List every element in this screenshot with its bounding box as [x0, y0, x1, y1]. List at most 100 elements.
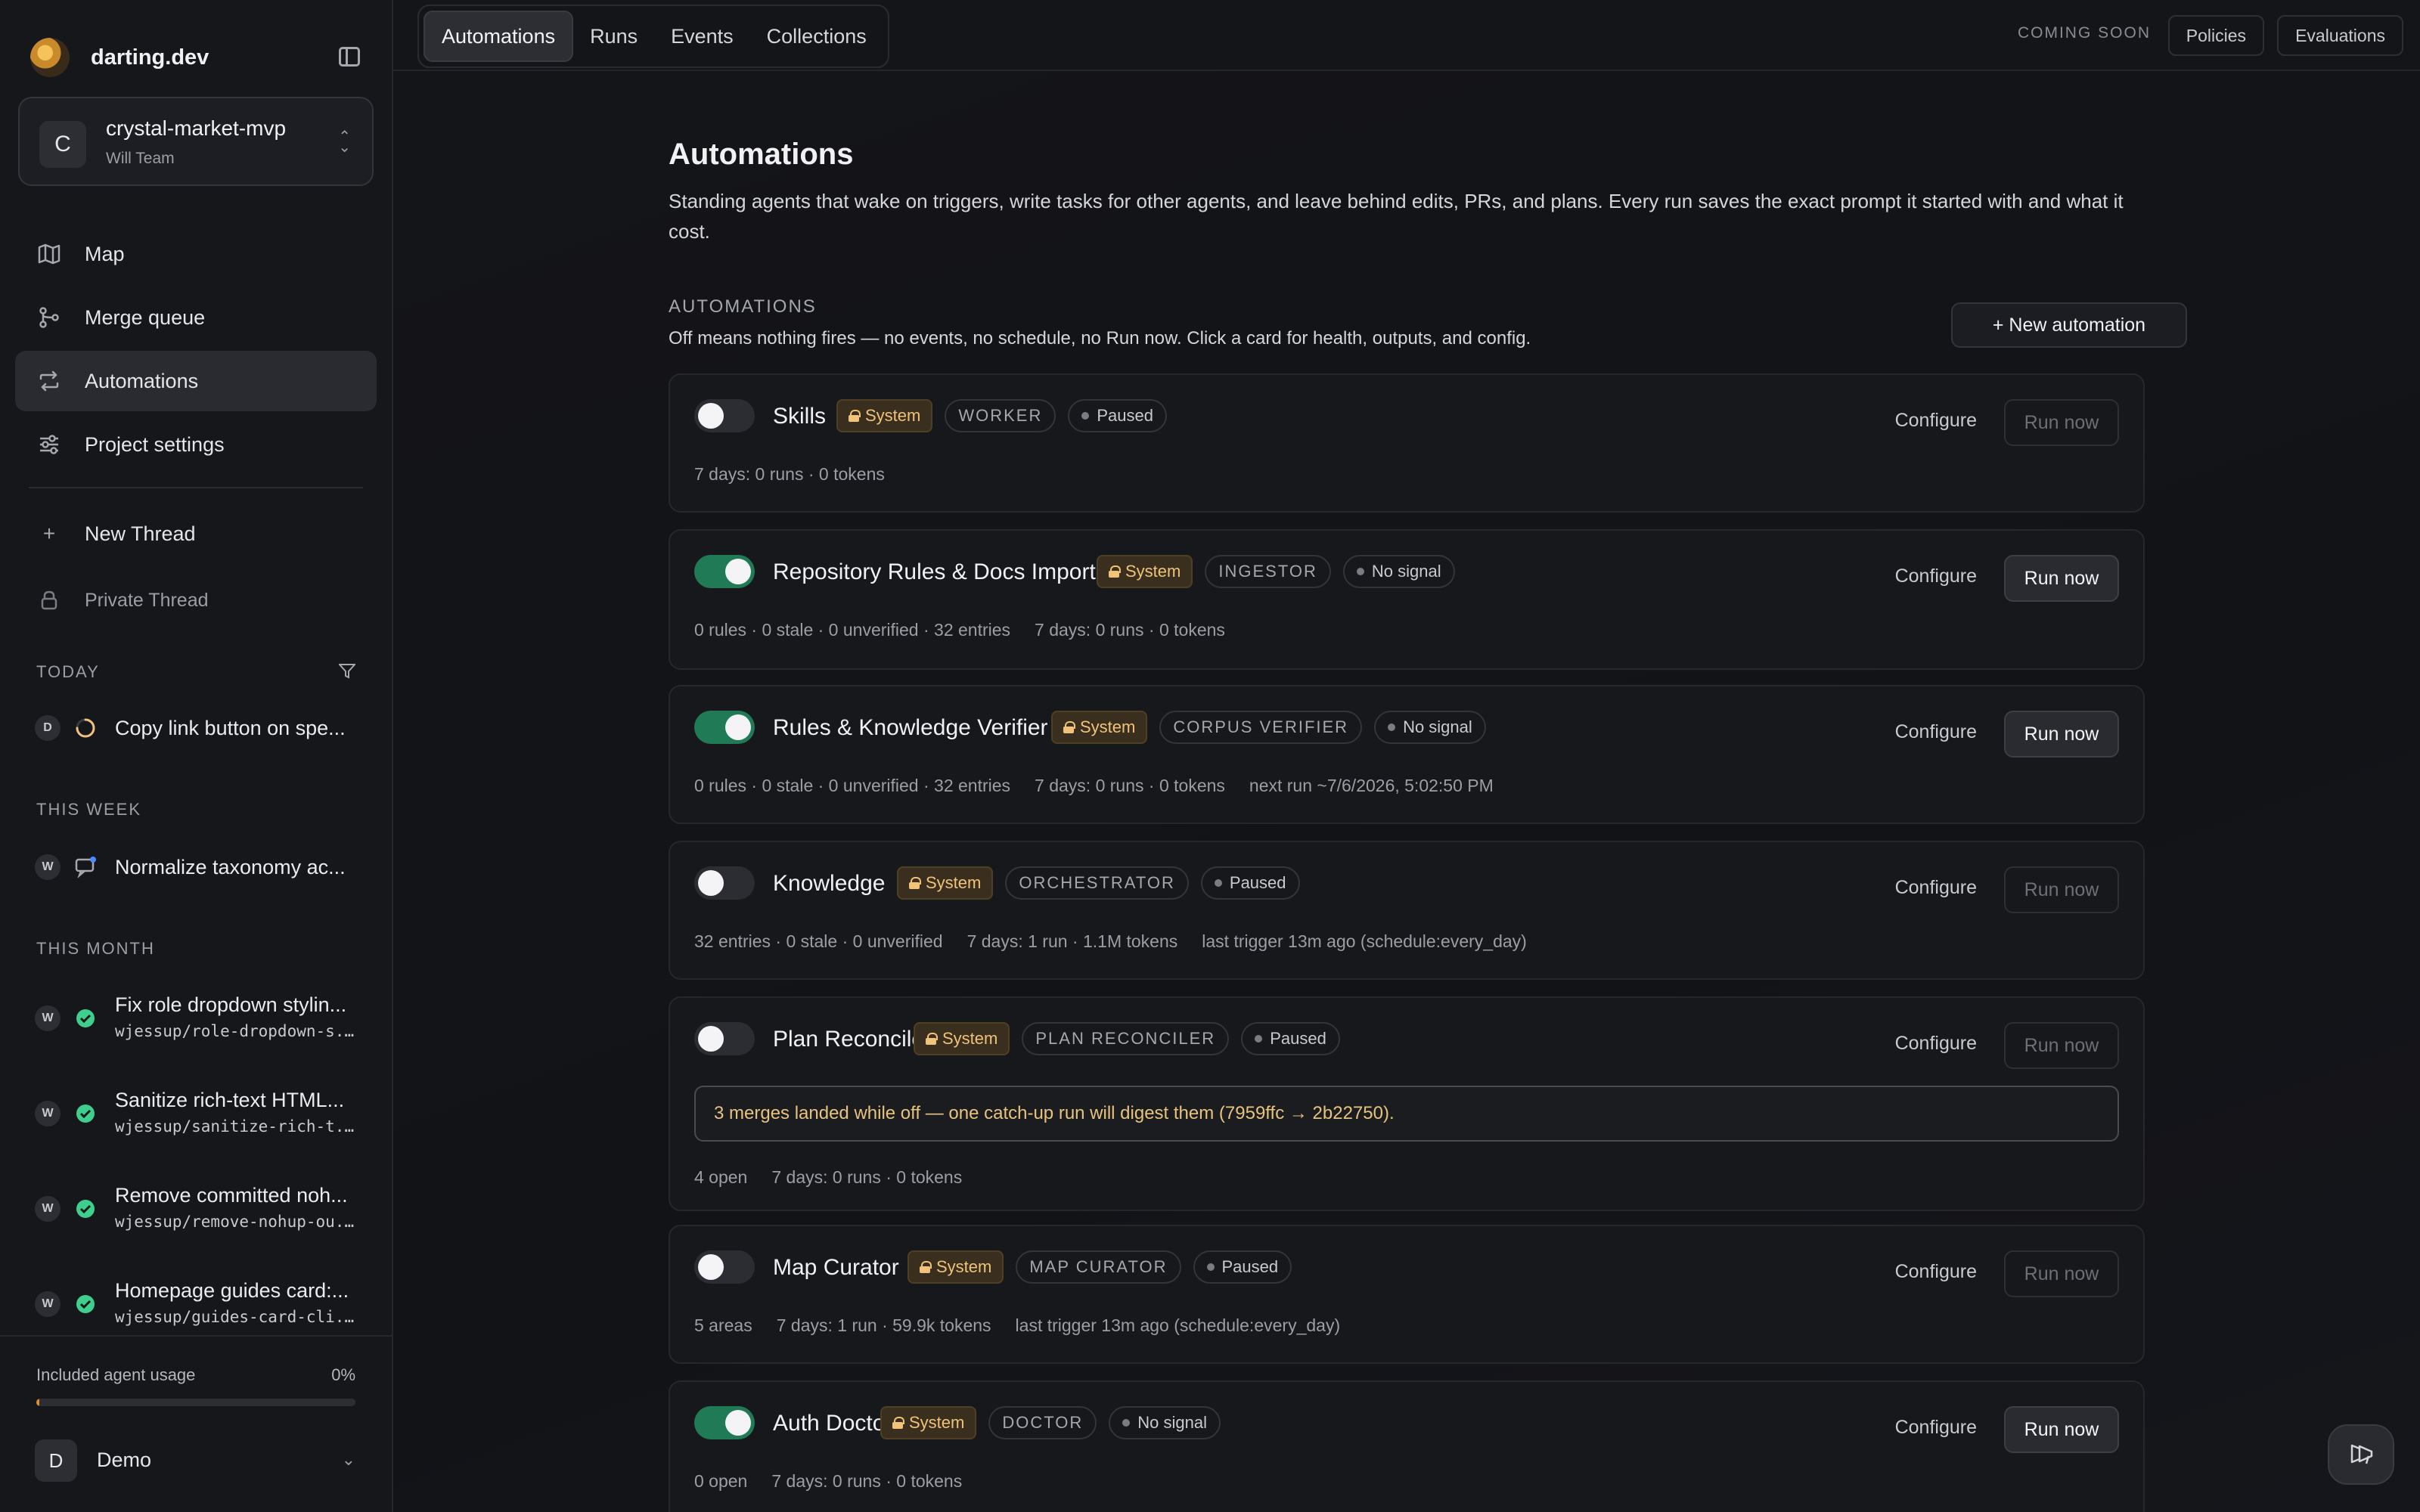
stat-text: 7 days: 1 run · 1.1M tokens	[966, 931, 1178, 951]
thread-item[interactable]: W Remove committed noh... wjessup/remove…	[30, 1178, 363, 1253]
automation-card[interactable]: Rules & Knowledge Verifier System CORPUS V…	[669, 685, 2145, 824]
sidebar: darting.dev C crystal-market-mvp Will Te…	[0, 0, 393, 1512]
section-description: Off means nothing fires — no events, no …	[669, 328, 1531, 349]
enable-toggle[interactable]	[694, 1406, 755, 1439]
sidebar-item-label: Merge queue	[85, 305, 206, 329]
status-badge-label: Paused	[1221, 1257, 1279, 1276]
configure-link[interactable]: Configure	[1895, 1033, 1977, 1055]
thread-branch: wjessup/sanitize-rich-t...	[115, 1117, 355, 1136]
toggle-knob	[725, 714, 751, 740]
thread-item[interactable]: W Normalize taxonomy ac...	[30, 838, 363, 898]
sidebar-item-project-settings[interactable]: Project settings	[15, 414, 377, 475]
automation-chips: System WORKER Paused	[836, 399, 1167, 432]
role-badge: WORKER	[945, 399, 1056, 432]
automation-card[interactable]: Map Curator System MAP CURATOR Paused Config…	[669, 1225, 2145, 1364]
automation-stats: 7 days: 0 runs · 0 tokens	[694, 464, 885, 485]
configure-link[interactable]: Configure	[1895, 410, 1977, 432]
status-badge-label: No signal	[1137, 1413, 1208, 1432]
usage-label: Included agent usage	[36, 1365, 196, 1384]
status-badge: No signal	[1109, 1406, 1221, 1439]
new-thread-button[interactable]: + New Thread	[15, 503, 377, 564]
thread-branch: wjessup/role-dropdown-s...	[115, 1022, 355, 1040]
enable-toggle[interactable]	[694, 1250, 755, 1284]
user-avatar[interactable]: D	[35, 1439, 77, 1482]
thread-item[interactable]: D Copy link button on spe...	[30, 699, 363, 759]
status-dot-icon	[1255, 1035, 1263, 1043]
configure-link[interactable]: Configure	[1895, 721, 1977, 743]
policies-button[interactable]: Policies	[2167, 15, 2264, 56]
toggle-knob	[698, 870, 724, 896]
brand[interactable]: darting.dev	[30, 38, 363, 77]
run-now-button[interactable]: Run now	[2004, 866, 2119, 913]
new-automation-button[interactable]: + New automation	[1951, 302, 2187, 348]
evaluations-button[interactable]: Evaluations	[2277, 15, 2403, 56]
stat-text: 7 days: 0 runs · 0 tokens	[771, 1167, 963, 1187]
user-name[interactable]: Demo	[97, 1448, 151, 1472]
tab-automations[interactable]: Automations	[424, 11, 574, 62]
automation-name: Repository Rules & Docs Import	[773, 559, 1096, 584]
automation-card[interactable]: Knowledge System ORCHESTRATOR Paused Configu…	[669, 841, 2145, 980]
toggle-knob	[698, 1026, 724, 1052]
system-badge: System	[1051, 711, 1148, 744]
role-badge: PLAN RECONCILER	[1022, 1022, 1230, 1055]
sidebar-divider	[29, 487, 363, 488]
page-description: Standing agents that wake on triggers, w…	[669, 190, 2124, 243]
sidebar-toggle-icon[interactable]	[339, 47, 360, 67]
sidebar-item-map[interactable]: Map	[15, 224, 377, 284]
tab-events[interactable]: Events	[654, 11, 750, 62]
enable-toggle[interactable]	[694, 555, 755, 588]
automation-card[interactable]: Skills System WORKER Paused Configure Run now…	[669, 373, 2145, 513]
system-badge-label: System	[926, 873, 982, 892]
private-thread-button[interactable]: Private Thread	[15, 570, 377, 631]
sidebar-item-automations[interactable]: Automations	[15, 351, 377, 411]
run-now-button[interactable]: Run now	[2004, 1250, 2119, 1297]
filter-icon[interactable]	[339, 664, 355, 679]
sidebar-item-label: Automations	[85, 369, 199, 392]
thread-title: Fix role dropdown stylin...	[115, 993, 347, 1016]
automation-name: Plan Reconcile	[773, 1027, 925, 1052]
run-now-button[interactable]: Run now	[2004, 1022, 2119, 1069]
enable-toggle[interactable]	[694, 866, 755, 900]
sidebar-item-merge-queue[interactable]: Merge queue	[15, 287, 377, 348]
stat-text: 5 areas	[694, 1315, 752, 1335]
configure-link[interactable]: Configure	[1895, 1261, 1977, 1283]
project-switcher[interactable]: C crystal-market-mvp Will Team ⌃ ⌄	[18, 97, 374, 186]
run-now-button[interactable]: Run now	[2004, 711, 2119, 758]
thread-title: Remove committed noh...	[115, 1184, 348, 1207]
group-header-today: TODAY	[36, 662, 100, 681]
status-dot-icon	[1388, 723, 1396, 731]
chevron-down-icon[interactable]: ⌄	[342, 1450, 355, 1470]
automation-card[interactable]: Repository Rules & Docs Import System INGE…	[669, 529, 2145, 670]
system-badge: System	[836, 399, 933, 432]
status-badge: Paused	[1068, 399, 1167, 432]
configure-link[interactable]: Configure	[1895, 1417, 1977, 1439]
thread-avatar: W	[35, 854, 60, 880]
role-badge: MAP CURATOR	[1016, 1250, 1181, 1284]
system-badge: System	[914, 1022, 1010, 1055]
thread-item[interactable]: W Homepage guides card:... wjessup/guide…	[30, 1273, 363, 1335]
configure-link[interactable]: Configure	[1895, 565, 1977, 587]
thread-item[interactable]: W Fix role dropdown stylin... wjessup/ro…	[30, 987, 363, 1063]
automation-card[interactable]: Plan Reconcile System PLAN RECONCILER Pause…	[669, 996, 2145, 1211]
automation-card[interactable]: Auth Doctor System DOCTOR No signal Configur…	[669, 1380, 2145, 1512]
enable-toggle[interactable]	[694, 1022, 755, 1055]
enable-toggle[interactable]	[694, 711, 755, 744]
thread-branch: wjessup/remove-nohup-ou...	[115, 1213, 355, 1231]
automation-name: Knowledge	[773, 871, 886, 896]
tab-collections[interactable]: Collections	[750, 11, 883, 62]
tab-runs[interactable]: Runs	[573, 11, 654, 62]
thread-item[interactable]: W Sanitize rich-text HTML... wjessup/san…	[30, 1083, 363, 1158]
run-now-button[interactable]: Run now	[2004, 555, 2119, 602]
run-now-button[interactable]: Run now	[2004, 399, 2119, 446]
automation-chips: System CORPUS VERIFIER No signal	[1051, 711, 1486, 744]
status-badge: No signal	[1374, 711, 1486, 744]
thread-avatar: W	[35, 1101, 60, 1126]
enable-toggle[interactable]	[694, 399, 755, 432]
configure-link[interactable]: Configure	[1895, 877, 1977, 899]
status-dot-icon	[1214, 879, 1222, 887]
status-dot-icon	[1356, 568, 1364, 575]
feedback-button[interactable]	[2328, 1424, 2394, 1485]
role-badge: CORPUS VERIFIER	[1159, 711, 1363, 744]
run-now-button[interactable]: Run now	[2004, 1406, 2119, 1453]
lock-icon	[909, 877, 921, 889]
